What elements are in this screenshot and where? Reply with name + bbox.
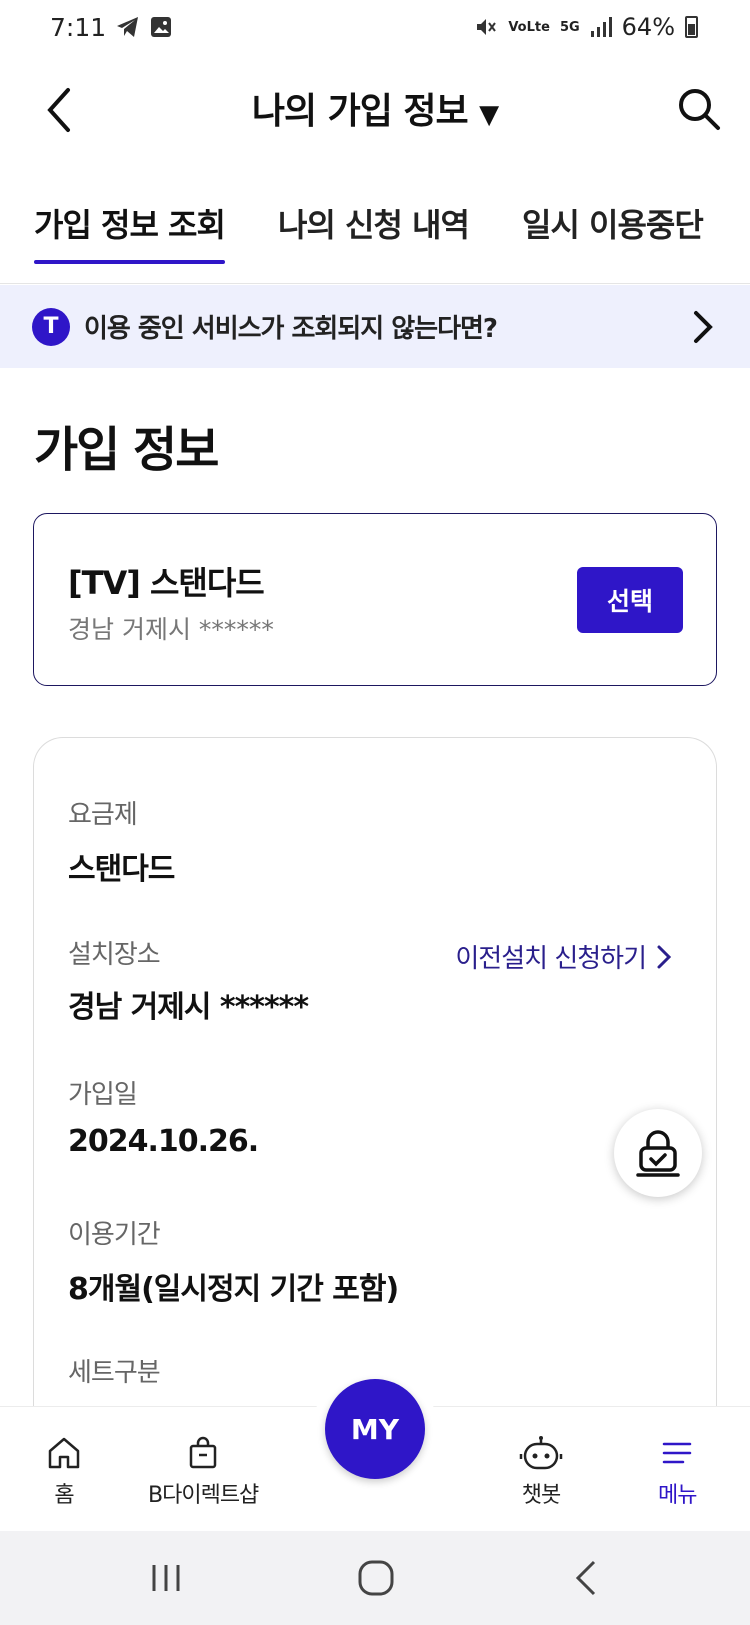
subscription-address: 경남 거제시 ****** [68, 615, 274, 644]
gallery-icon [151, 17, 172, 37]
join-date-value: 2024.10.26. [68, 1124, 259, 1159]
detail-card: 요금제 스탠다드 설치장소 이전설치 신청하기 경남 거제시 ****** 가입… [33, 737, 717, 1437]
mute-icon [477, 19, 497, 35]
nav-menu-label: 메뉴 [658, 1483, 697, 1508]
set-type-label: 세트구분 [68, 1358, 161, 1388]
nav-home[interactable]: 홈 [46, 1435, 82, 1509]
robot-icon [519, 1436, 563, 1470]
section-title: 가입 정보 [34, 422, 219, 478]
caret-down-icon: ▼ [479, 100, 499, 130]
plan-value: 스탠다드 [68, 852, 175, 887]
join-date-label: 가입일 [68, 1080, 138, 1110]
tab-join-info[interactable]: 가입 정보 조회 [34, 200, 226, 264]
tab-pause-service[interactable]: 일시 이용중단 [522, 200, 704, 264]
tab-my-requests[interactable]: 나의 신청 내역 [278, 200, 470, 264]
my-button[interactable]: MY [325, 1379, 425, 1479]
select-button[interactable]: 선택 [577, 567, 683, 633]
location-value: 경남 거제시 ****** [68, 990, 309, 1025]
chevron-right-icon [657, 945, 672, 968]
nav-home-label: 홈 [54, 1483, 74, 1508]
period-label: 이용기간 [68, 1220, 161, 1250]
search-icon[interactable] [674, 84, 724, 134]
signal-icon [590, 17, 612, 37]
status-left: 7:11 [50, 13, 172, 42]
lock-check-icon [636, 1130, 680, 1177]
telegram-icon [117, 17, 139, 37]
home-icon [48, 1437, 80, 1469]
plan-label: 요금제 [68, 800, 138, 830]
nav-chatbot-label: 챗봇 [521, 1483, 561, 1508]
subscription-name: [TV] 스탠다드 [68, 564, 265, 602]
lock-button[interactable] [614, 1109, 702, 1197]
status-right: VoLte 5G 64% [474, 13, 698, 41]
volte-label: VoLte [508, 19, 550, 35]
page-title-dropdown[interactable]: 나의 가입 정보 ▼ [0, 82, 750, 134]
subscription-card: [TV] 스탠다드 경남 거제시 ****** 선택 [33, 513, 717, 686]
banner-text: 이용 중인 서비스가 조회되지 않는다면? [84, 314, 498, 344]
battery-percent: 64% [621, 13, 675, 41]
chevron-right-icon [694, 310, 713, 343]
network-5g-label: 5G [559, 19, 580, 35]
status-time: 7:11 [50, 12, 107, 42]
location-label: 설치장소 [68, 940, 161, 970]
recent-apps-icon[interactable] [144, 1557, 188, 1599]
hamburger-menu-icon [662, 1442, 692, 1464]
home-system-icon[interactable] [354, 1557, 398, 1599]
back-system-icon[interactable] [566, 1557, 610, 1599]
battery-icon [685, 16, 698, 38]
status-bar: 7:11 VoLte 5G 64% [0, 0, 750, 54]
tab-bar: 가입 정보 조회 나의 신청 내역 일시 이용중단 [0, 196, 750, 284]
app-header: 나의 가입 정보 ▼ [0, 54, 750, 164]
t-badge-icon: T [32, 307, 70, 346]
period-value: 8개월(일시정지 기간 포함) [68, 1272, 399, 1307]
nav-menu[interactable]: 메뉴 [658, 1435, 697, 1509]
transfer-install-label: 이전설치 신청하기 [455, 944, 647, 974]
system-navigation-bar [0, 1531, 750, 1625]
shopping-bag-icon [189, 1436, 217, 1469]
nav-shop[interactable]: B다이렉트샵 [148, 1435, 259, 1509]
service-not-found-banner[interactable]: T 이용 중인 서비스가 조회되지 않는다면? [0, 285, 750, 368]
nav-shop-label: B다이렉트샵 [148, 1483, 259, 1508]
nav-chatbot[interactable]: 챗봇 [519, 1435, 563, 1509]
transfer-install-link[interactable]: 이전설치 신청하기 [455, 938, 672, 975]
page-title: 나의 가입 정보 [251, 91, 469, 132]
